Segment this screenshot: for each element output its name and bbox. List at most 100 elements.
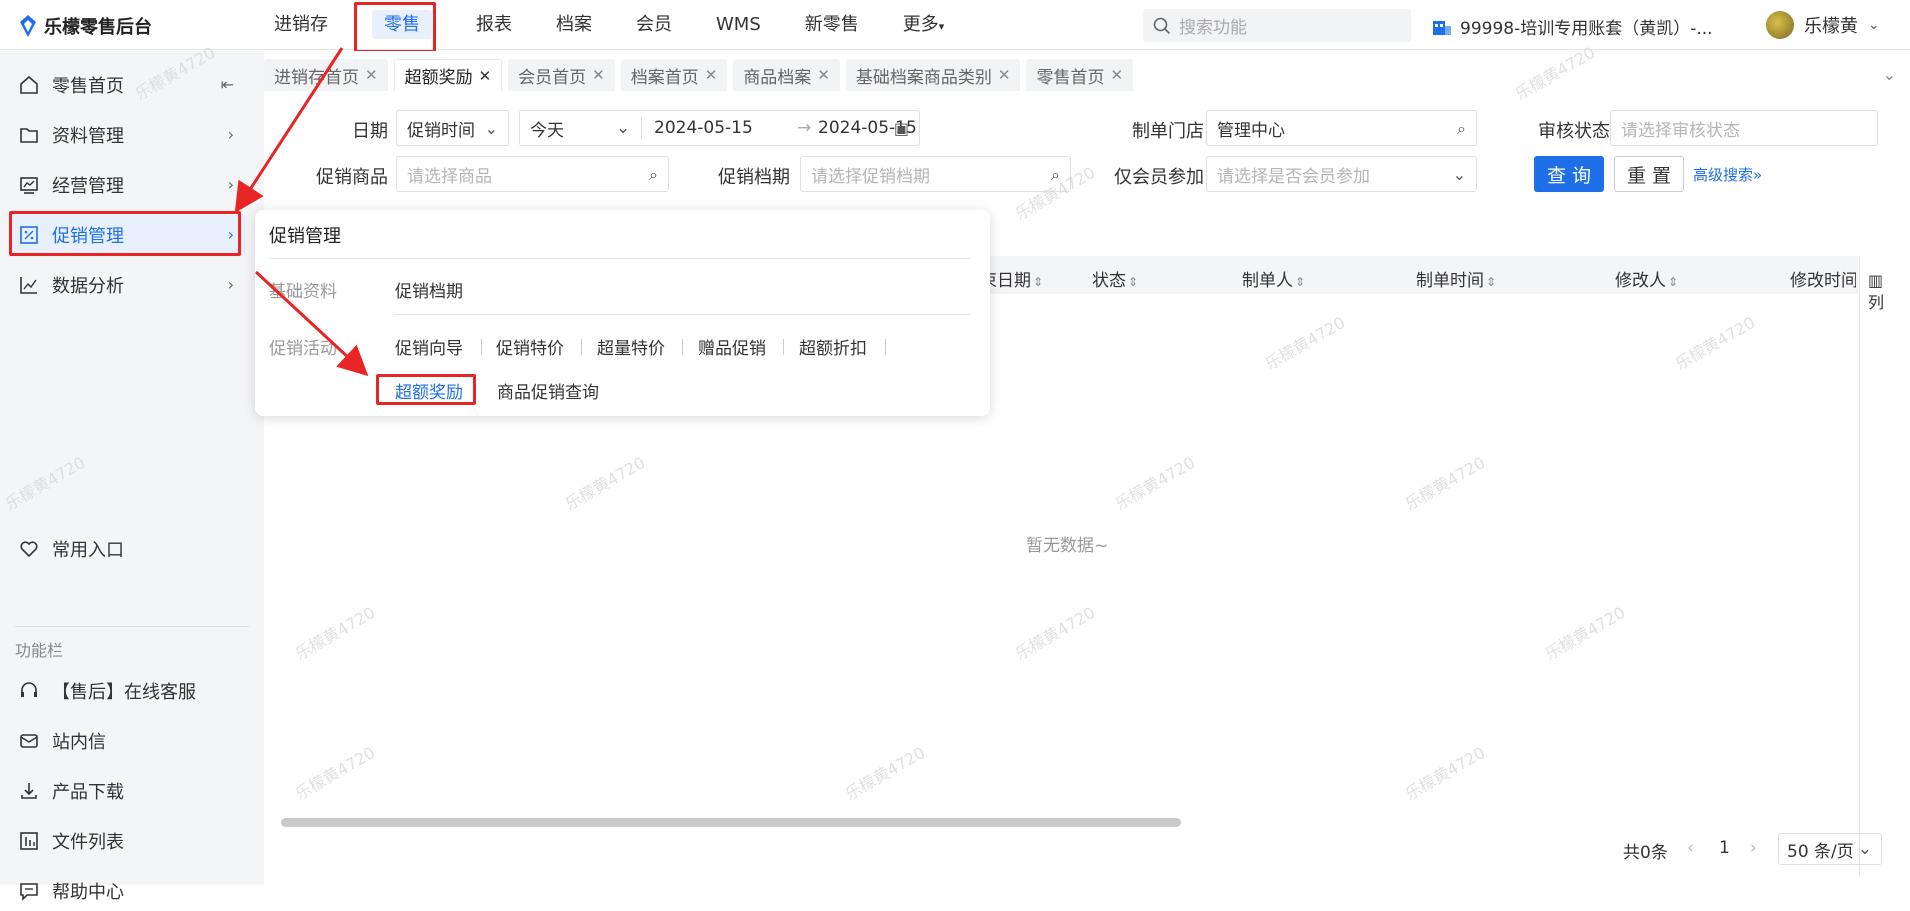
column-header-created-time[interactable]: 制单时间 ⇕ xyxy=(1416,266,1496,291)
menu-item-goods-promo-query[interactable]: 商品促销查询 xyxy=(497,378,599,403)
highlight-box-nav xyxy=(354,2,436,53)
close-icon[interactable]: ✕ xyxy=(479,67,492,85)
app-logo[interactable]: 乐檬零售后台 xyxy=(18,13,152,39)
search-placeholder: 搜索功能 xyxy=(1179,18,1247,38)
chevron-right-icon: › xyxy=(227,175,234,194)
sidebar-item-data-management[interactable]: 资料管理 › xyxy=(10,115,246,155)
user-menu[interactable]: 乐檬黄 ⌄ xyxy=(1766,11,1880,39)
menu-item-excess-discount[interactable]: 超额折扣 xyxy=(799,334,867,359)
nav-item-new-retail[interactable]: 新零售 xyxy=(783,0,881,50)
audit-status-label: 审核状态 xyxy=(1538,121,1610,142)
nav-item-more[interactable]: 更多▾ xyxy=(881,0,967,50)
audit-status-select[interactable]: 请选择审核状态 xyxy=(1610,110,1878,146)
advanced-search-link[interactable]: 高级搜索» xyxy=(1693,164,1762,185)
arrow-right-icon: → xyxy=(797,118,812,138)
column-header-modified-time[interactable]: 修改时间 xyxy=(1790,266,1856,291)
sort-icon: ⇕ xyxy=(1668,275,1679,289)
promo-goods-label: 促销商品 xyxy=(316,167,388,188)
tab-goods-category[interactable]: 基础档案商品类别 ✕ xyxy=(845,59,1021,91)
menu-item-excess-special-price[interactable]: 超量特价 xyxy=(597,334,665,359)
sidebar-item-file-list[interactable]: 文件列表 xyxy=(10,821,246,861)
folder-icon xyxy=(18,124,40,146)
heart-icon xyxy=(18,538,40,560)
next-page-button[interactable]: › xyxy=(1750,838,1757,858)
close-icon[interactable]: ✕ xyxy=(365,66,378,84)
tabs-dropdown-icon[interactable]: ⌄ xyxy=(1883,65,1896,84)
sidebar-item-label: 站内信 xyxy=(52,732,106,753)
section-label-toolbar: 功能栏 xyxy=(15,641,64,660)
menu-item-promo-special-price[interactable]: 促销特价 xyxy=(496,334,564,359)
columns-icon: ▥ xyxy=(1868,271,1884,290)
sidebar-item-online-service[interactable]: 【售后】在线客服 xyxy=(10,671,246,711)
chevron-down-icon: ⌄ xyxy=(1857,839,1873,859)
page-tabs: 进销存首页 ✕ 超额奖励 ✕ 会员首页 ✕ 档案首页 ✕ 商品档案 ✕ 基础档案商品类别 ✕… xyxy=(264,59,1134,91)
store-select[interactable]: 管理中心 ⌕ xyxy=(1206,110,1477,146)
page-number[interactable]: 1 xyxy=(1719,838,1730,858)
close-icon[interactable]: ✕ xyxy=(817,66,830,84)
sidebar-item-label: 资料管理 xyxy=(52,126,124,147)
promo-goods-select[interactable]: 请选择商品 ⌕ xyxy=(396,156,669,192)
close-icon[interactable]: ✕ xyxy=(592,66,605,84)
nav-item-inventory[interactable]: 进销存 xyxy=(252,0,350,50)
nav-item-members[interactable]: 会员 xyxy=(614,0,694,50)
basic-data-label: 基础资料 xyxy=(269,282,337,302)
nav-item-wms[interactable]: WMS xyxy=(694,0,783,50)
promo-activity-label: 促销活动 xyxy=(269,339,337,359)
sidebar-item-label: 产品下载 xyxy=(52,782,124,803)
sidebar-item-help-center[interactable]: 帮助中心 xyxy=(10,871,246,911)
sidebar-item-label: 零售首页 xyxy=(52,76,124,97)
menu-item-gift-promotion[interactable]: 赠品促销 xyxy=(698,334,766,359)
search-input[interactable]: 搜索功能 xyxy=(1143,9,1411,42)
tab-goods-archive[interactable]: 商品档案 ✕ xyxy=(733,59,840,91)
close-icon[interactable]: ✕ xyxy=(1110,66,1123,84)
column-header-creator[interactable]: 制单人 ⇕ xyxy=(1242,266,1305,291)
menu-item-promo-wizard[interactable]: 促销向导 xyxy=(395,334,463,359)
horizontal-scrollbar[interactable] xyxy=(281,818,1181,827)
sort-icon: ⇕ xyxy=(1295,275,1306,289)
tab-excess-reward[interactable]: 超额奖励 ✕ xyxy=(393,59,503,91)
double-chevron-down-icon: » xyxy=(1753,166,1763,184)
query-button[interactable]: 查 询 xyxy=(1534,156,1604,192)
tab-inventory-home[interactable]: 进销存首页 ✕ xyxy=(264,59,388,91)
date-range-select[interactable]: 今天 ⌄ 2024-05-15 → 2024-05-15 ▣ xyxy=(519,110,920,146)
reset-button[interactable]: 重 置 xyxy=(1614,156,1684,192)
sidebar-item-business-management[interactable]: 经营管理 › xyxy=(10,165,246,205)
account-switcher[interactable]: 99998-培训专用账套（黄凯）-... xyxy=(1432,14,1713,39)
member-only-select[interactable]: 请选择是否会员参加 ⌄ xyxy=(1206,156,1477,192)
search-icon xyxy=(1153,17,1171,34)
highlight-box-menu-item xyxy=(376,374,476,405)
sidebar-item-messages[interactable]: 站内信 xyxy=(10,721,246,761)
date-type-select[interactable]: 促销时间 ⌄ xyxy=(396,110,509,146)
sidebar-item-label: 帮助中心 xyxy=(52,882,124,903)
nav-item-archives[interactable]: 档案 xyxy=(534,0,614,50)
tab-archive-home[interactable]: 档案首页 ✕ xyxy=(620,59,728,91)
sidebar-item-label: 数据分析 xyxy=(52,276,124,297)
chevron-down-icon: ⌄ xyxy=(1452,165,1466,184)
sidebar-item-favorites[interactable]: 常用入口 xyxy=(10,529,246,569)
mail-icon xyxy=(18,730,40,752)
collapse-sidebar-icon[interactable]: ⇤ xyxy=(221,75,234,94)
date-label: 日期 xyxy=(352,121,388,142)
sidebar-item-label: 经营管理 xyxy=(52,176,124,197)
sidebar-item-downloads[interactable]: 产品下载 xyxy=(10,771,246,811)
column-settings-button[interactable]: ▥列 xyxy=(1859,256,1889,876)
promo-schedule-select[interactable]: 请选择促销档期 ⌕ xyxy=(800,156,1071,192)
popover-divider xyxy=(395,314,971,315)
date-start-input[interactable]: 2024-05-15 xyxy=(654,118,753,138)
page-size-select[interactable]: 50 条/页 ⌄ xyxy=(1778,833,1882,865)
column-header-status[interactable]: 状态 ⇕ xyxy=(1092,266,1138,291)
close-icon[interactable]: ✕ xyxy=(705,66,718,84)
close-icon[interactable]: ✕ xyxy=(998,66,1011,84)
tab-retail-home[interactable]: 零售首页 ✕ xyxy=(1026,59,1134,91)
sidebar-item-retail-home[interactable]: 零售首页 ⇤ xyxy=(10,65,246,105)
user-name: 乐檬黄 xyxy=(1804,16,1858,37)
menu-item-promo-schedule[interactable]: 促销档期 xyxy=(395,277,463,302)
prev-page-button[interactable]: ‹ xyxy=(1687,838,1694,858)
chevron-down-icon: ⌄ xyxy=(484,119,498,138)
member-only-label: 仅会员参加 xyxy=(1114,167,1204,188)
sidebar-item-data-analysis[interactable]: 数据分析 › xyxy=(10,265,246,305)
help-chat-icon xyxy=(18,880,40,902)
nav-item-reports[interactable]: 报表 xyxy=(454,0,534,50)
tab-member-home[interactable]: 会员首页 ✕ xyxy=(508,59,615,91)
column-header-modifier[interactable]: 修改人 ⇕ xyxy=(1615,266,1678,291)
